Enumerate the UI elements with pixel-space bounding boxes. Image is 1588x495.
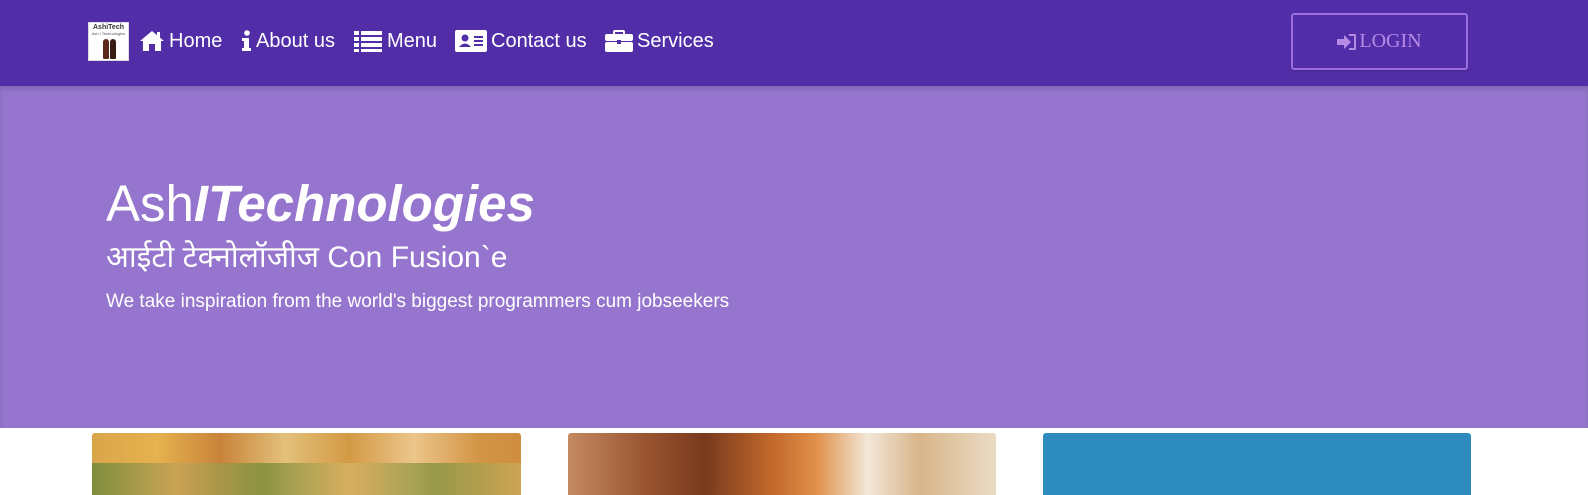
nav-menu-link[interactable]: Menu [354,26,437,56]
nav-home-link[interactable]: Home [139,26,222,56]
logo-text: AshiTech [93,24,124,31]
nav-menu-label: Menu [387,29,438,52]
list-icon [354,31,382,52]
login-button[interactable]: LOGIN [1291,13,1468,70]
briefcase-icon [605,30,633,52]
nav-contact-label: Contact us [491,29,587,52]
card-image-blue[interactable] [1043,433,1471,495]
sign-in-icon [1337,33,1357,50]
nav-contact-link[interactable]: Contact us [455,26,587,56]
logo-figure-right [110,39,116,59]
address-card-icon [455,30,487,52]
hero-title-italic: ITechnologies [193,175,535,232]
login-label: LOGIN [1359,30,1422,52]
card-image-pizza[interactable] [92,433,521,495]
hero-title: AshITechnologies [106,176,535,232]
brand-logo[interactable]: AshiTech Ash I Technologies [88,22,129,61]
home-icon [140,31,164,51]
nav-home-label: Home [169,29,223,52]
nav-services-link[interactable]: Services [605,26,714,56]
card-image-food[interactable] [568,433,996,495]
nav-about-label: About us [256,29,335,52]
logo-subtext: Ash I Technologies [91,31,126,36]
hero-tagline: We take inspiration from the world's big… [106,291,730,312]
jumbotron: AshITechnologies आईटी टेक्नोलॉजीज Con Fu… [0,86,1588,428]
hero-title-plain: Ash [106,175,194,232]
hero-subtitle: आईटी टेक्नोलॉजीज Con Fusion`e [106,241,508,274]
info-icon [242,30,251,51]
navbar: AshiTech Ash I Technologies Home About u… [0,0,1588,86]
nav-about-link[interactable]: About us [241,26,335,56]
nav-services-label: Services [637,29,714,52]
logo-figure-left [103,39,109,59]
